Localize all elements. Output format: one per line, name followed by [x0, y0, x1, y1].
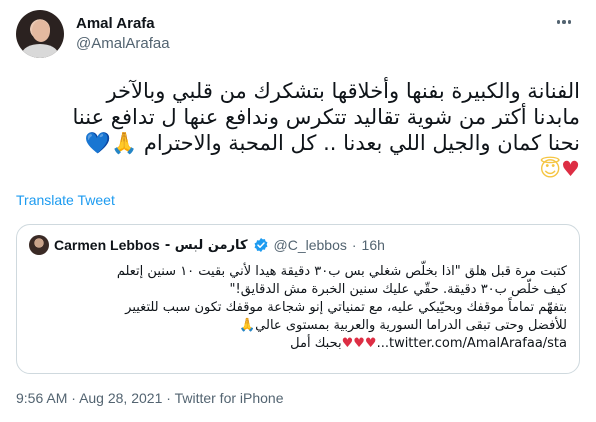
avatar-shoulder	[22, 44, 58, 58]
red-hearts-emoji: ♥♥♥	[341, 336, 377, 351]
translate-tweet-link[interactable]: Translate Tweet	[16, 192, 115, 208]
quoted-line-4: للأفضل وحتى تبقى الدراما السورية والعربي…	[238, 318, 567, 333]
tweet-line-2: مابدنا أكتر من شوية تقاليد تتكرس وندافع …	[72, 105, 580, 129]
quoted-display-name-arabic[interactable]: - كارمن لبس	[165, 238, 248, 253]
quoted-avatar[interactable]	[29, 235, 49, 255]
quoted-display-name[interactable]: Carmen Lebbos	[54, 237, 160, 253]
tweet-header: Amal Arafa @AmalArafaa	[16, 10, 580, 62]
quoted-truncated-link: twitter.com/AmalArafaa/sta...	[376, 336, 567, 351]
tweet-line-3: نحنا كمان والجيل اللي بعدنا .. كل المحبة…	[16, 130, 580, 156]
quoted-handle[interactable]: @C_lebbos	[274, 237, 347, 253]
avatar-face	[32, 20, 50, 42]
quoted-line-2: كيف خلّص ب٣٠ دقيقة. حقّي عليك سنين الخبر…	[229, 282, 568, 297]
blue-heart-emoji: 💙	[84, 131, 112, 155]
meta-separator: ·	[166, 390, 171, 406]
quoted-tweet-header: Carmen Lebbos - كارمن لبس @C_lebbos · 16…	[29, 235, 385, 255]
tweet-time[interactable]: 9:56 AM	[16, 390, 67, 406]
meta-separator: ·	[71, 390, 76, 406]
tweet-line-1: الفنانة والكبيرة بفنها وأخلاقها بتشكرك م…	[106, 79, 580, 103]
verified-badge-icon	[254, 238, 267, 252]
tweet-text: الفنانة والكبيرة بفنها وأخلاقها بتشكرك م…	[16, 78, 580, 182]
tweet-line-3-text: نحنا كمان والجيل اللي بعدنا .. كل المحبة…	[143, 131, 580, 155]
quoted-line-6: بحبك أمل	[290, 336, 342, 351]
user-info[interactable]: Amal Arafa @AmalArafaa	[76, 14, 170, 54]
praying-hands-emoji: 🙏	[111, 131, 138, 155]
tweet-date[interactable]: Aug 28, 2021	[79, 390, 162, 406]
avatar[interactable]	[16, 10, 64, 58]
tweet-line-4: ♥😇	[16, 156, 580, 182]
quoted-line-3: بتفهّم تماماً موقفك وبحيّيكي عليه، مع تم…	[125, 300, 567, 315]
tweet-source[interactable]: Twitter for iPhone	[175, 390, 284, 406]
quoted-separator: ·	[351, 237, 357, 253]
halo-face-emoji: 😇	[539, 157, 562, 181]
dot-icon	[556, 20, 561, 24]
dot-icon	[567, 20, 572, 24]
quoted-timestamp[interactable]: 16h	[362, 237, 385, 253]
quoted-tweet-card[interactable]: Carmen Lebbos - كارمن لبس @C_lebbos · 16…	[16, 224, 580, 374]
more-options-icon[interactable]	[552, 10, 576, 34]
red-heart-emoji: ♥	[561, 157, 580, 181]
user-handle[interactable]: @AmalArafaa	[76, 34, 170, 54]
quoted-line-1: كتبت مرة قبل هلق "اذا بخلّص شغلي بس ب٣٠ …	[116, 264, 567, 279]
tweet-metadata: 9:56 AM · Aug 28, 2021 · Twitter for iPh…	[16, 390, 284, 406]
display-name[interactable]: Amal Arafa	[76, 14, 170, 34]
quoted-line-5: twitter.com/AmalArafaa/sta...♥♥♥بحبك أمل	[29, 335, 567, 353]
quoted-tweet-text: كتبت مرة قبل هلق "اذا بخلّص شغلي بس ب٣٠ …	[29, 263, 567, 353]
dot-icon	[562, 20, 566, 24]
